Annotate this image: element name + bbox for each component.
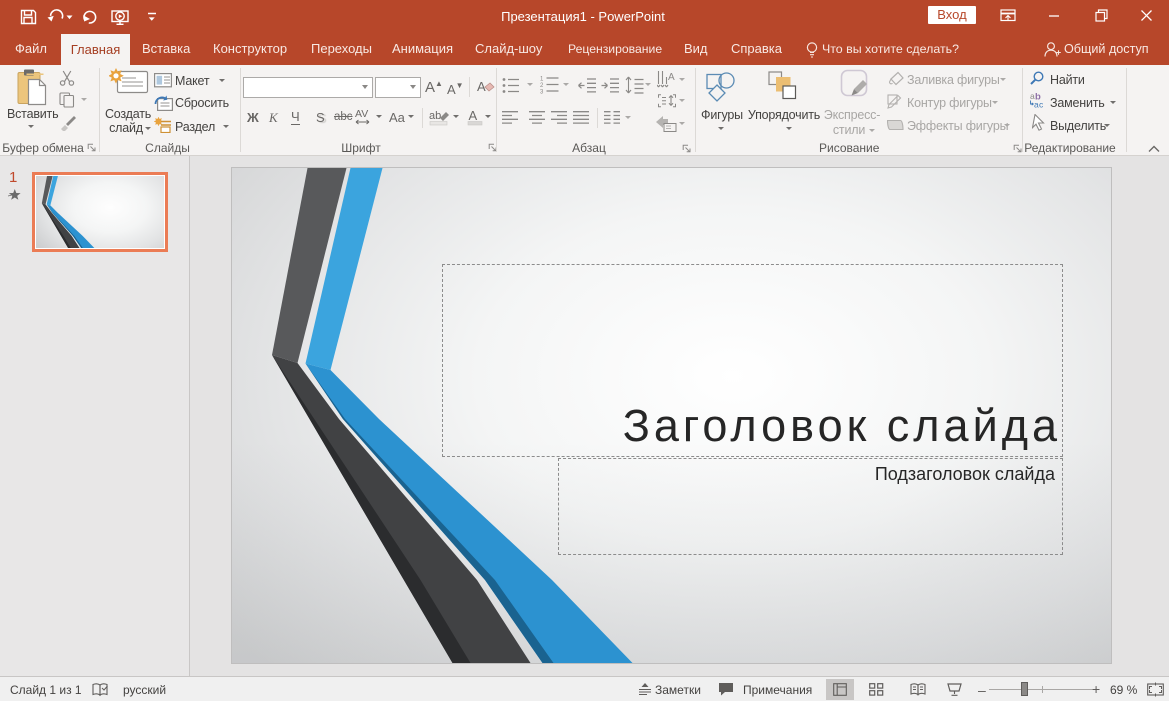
svg-text:3: 3	[540, 90, 544, 95]
svg-text:А: А	[469, 108, 478, 123]
svg-text:2: 2	[540, 83, 544, 89]
svg-text:c: c	[1039, 100, 1044, 109]
svg-text:ab: ab	[429, 110, 441, 122]
svg-text:AV: AV	[355, 108, 368, 120]
svg-text:1: 1	[540, 77, 544, 83]
svg-text:А: А	[477, 79, 486, 94]
svg-text:А: А	[668, 72, 675, 83]
